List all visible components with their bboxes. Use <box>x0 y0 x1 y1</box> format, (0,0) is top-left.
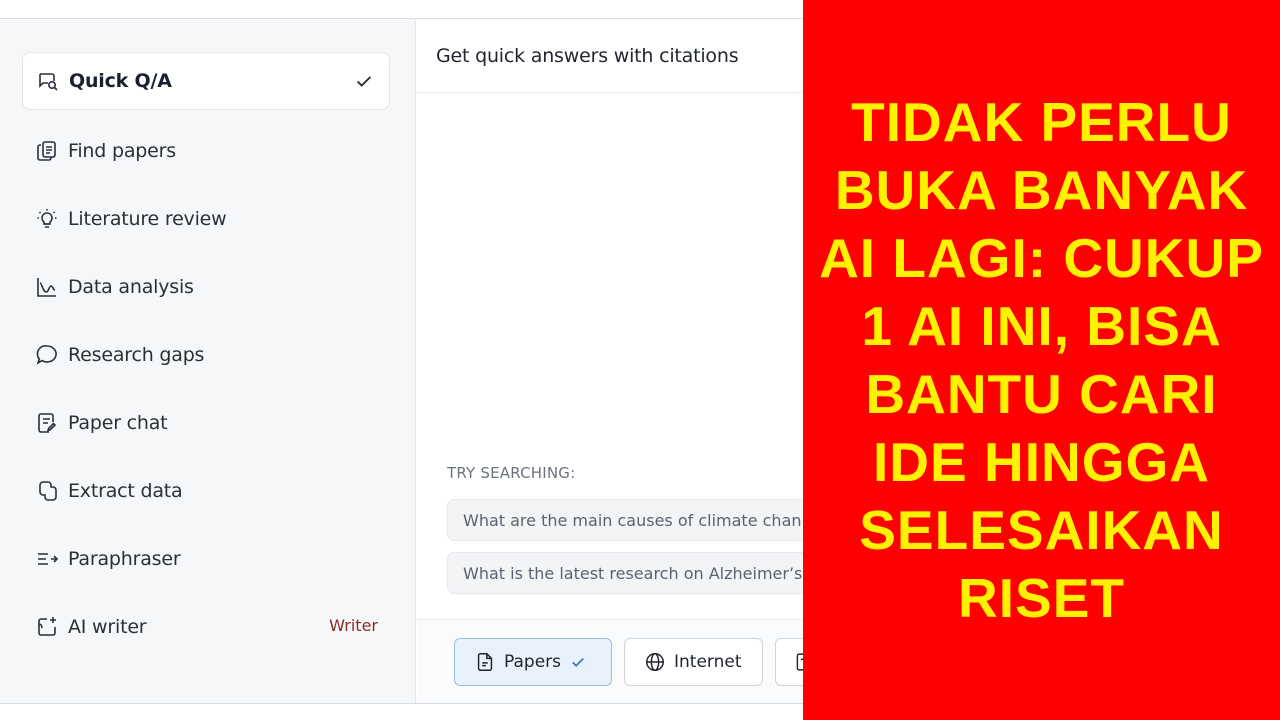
banner-headline: TIDAK PERLU BUKA BANYAK AI LAGI: CUKUP 1… <box>819 91 1264 629</box>
papers-source-button[interactable]: Papers <box>454 638 612 686</box>
writer-icon <box>34 614 60 640</box>
main-header: Get quick answers with citations <box>417 19 803 93</box>
sidebar-item-label: Literature review <box>68 208 227 230</box>
sidebar-item-research-gaps[interactable]: Research gaps <box>22 326 390 384</box>
sidebar-item-extract-data[interactable]: Extract data <box>22 462 390 520</box>
chat-bubble-icon <box>34 342 60 368</box>
sidebar-item-label: Paper chat <box>68 412 168 434</box>
paraphrase-icon <box>34 546 60 572</box>
page-title: Get quick answers with citations <box>436 45 739 67</box>
sidebar-item-data-analysis[interactable]: Data analysis <box>22 258 390 316</box>
internet-source-button[interactable]: Internet <box>624 638 763 686</box>
sidebar-item-ai-writer[interactable]: AI writer Writer <box>22 598 390 656</box>
try-searching-label: TRY SEARCHING: <box>447 464 576 482</box>
chart-line-icon <box>34 274 60 300</box>
document-icon <box>477 653 493 671</box>
sidebar-item-label: Quick Q/A <box>69 70 172 92</box>
sidebar-item-label: Find papers <box>68 140 176 162</box>
app-window: Quick Q/A Find papers Literature review … <box>0 0 1280 720</box>
sidebar-item-label: Data analysis <box>68 276 194 298</box>
sidebar-item-find-papers[interactable]: Find papers <box>22 122 390 180</box>
extract-icon <box>34 478 60 504</box>
promo-banner: TIDAK PERLU BUKA BANYAK AI LAGI: CUKUP 1… <box>803 0 1280 720</box>
sidebar-item-paper-chat[interactable]: Paper chat <box>22 394 390 452</box>
sidebar-item-label: Extract data <box>68 480 183 502</box>
internet-source-label: Internet <box>674 652 742 672</box>
check-icon <box>572 658 584 667</box>
source-selector-bar: Papers Internet <box>417 619 815 703</box>
sidebar-item-label: Research gaps <box>68 344 205 366</box>
sidebar-item-label: Paraphraser <box>68 548 181 570</box>
suggestion-chip[interactable]: What is the latest research on Alzheimer… <box>447 552 827 594</box>
suggestion-chip[interactable]: What are the main causes of climate chan <box>447 499 827 541</box>
chat-search-icon <box>35 68 61 94</box>
bottom-divider <box>0 703 803 704</box>
lightbulb-icon <box>34 206 60 232</box>
globe-icon <box>646 653 664 671</box>
document-edit-icon <box>34 410 60 436</box>
sidebar: Quick Q/A Find papers Literature review … <box>0 19 416 703</box>
main-panel: Get quick answers with citations TRY SEA… <box>417 19 827 703</box>
sidebar-item-literature-review[interactable]: Literature review <box>22 190 390 248</box>
sidebar-item-label: AI writer <box>68 616 147 638</box>
sidebar-item-paraphraser[interactable]: Paraphraser <box>22 530 390 588</box>
sidebar-item-quick-qa[interactable]: Quick Q/A <box>22 52 390 110</box>
check-icon <box>356 76 372 87</box>
writer-badge: Writer <box>329 616 378 635</box>
papers-icon <box>34 138 60 164</box>
papers-source-label: Papers <box>504 652 562 672</box>
